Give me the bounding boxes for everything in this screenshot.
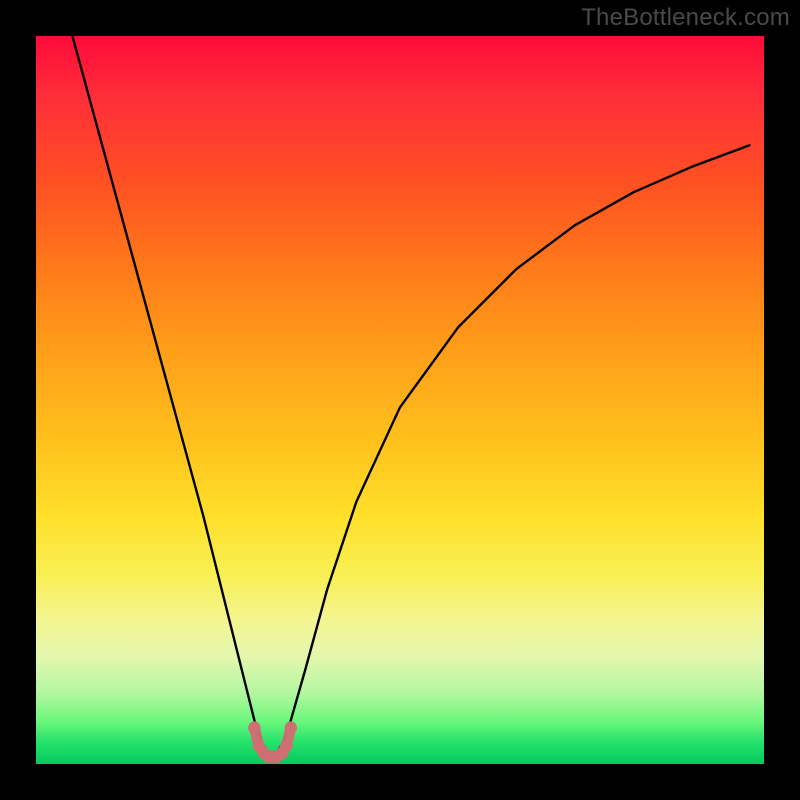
curve-layer	[36, 36, 764, 764]
watermark-text: TheBottleneck.com	[581, 4, 790, 32]
low-region-dots	[248, 721, 297, 763]
chart-frame: TheBottleneck.com	[0, 0, 800, 800]
plot-area	[36, 36, 764, 764]
bottleneck-curve	[72, 36, 749, 753]
